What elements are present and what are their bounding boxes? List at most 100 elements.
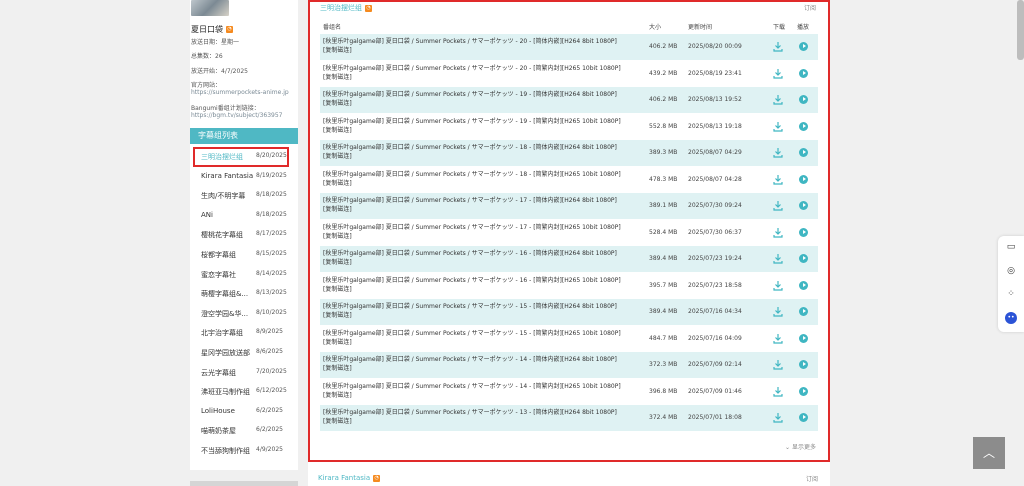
episode-name[interactable]: [秋里乐叶galgame部] 夏日口袋 / Summer Pockets / サ… <box>323 276 643 294</box>
download-icon[interactable] <box>773 386 783 397</box>
bot-icon[interactable]: •• <box>1005 312 1017 324</box>
episode-title[interactable]: [秋里乐叶galgame部] 夏日口袋 / Summer Pockets / サ… <box>323 302 643 311</box>
episode-name[interactable]: [秋里乐叶galgame部] 夏日口袋 / Summer Pockets / サ… <box>323 355 643 373</box>
official-link[interactable]: https://summerpockets-anime.jp <box>191 89 289 96</box>
download-icon[interactable] <box>773 121 783 132</box>
subgroup-item[interactable]: 喵萌奶茶屋 6/2/2025 <box>190 422 298 440</box>
download-icon[interactable] <box>773 253 783 264</box>
next-subscribe-link[interactable]: 订阅 <box>806 474 818 483</box>
episode-title[interactable]: [秋里乐叶galgame部] 夏日口袋 / Summer Pockets / サ… <box>323 408 643 417</box>
download-icon[interactable] <box>773 412 783 423</box>
book-icon[interactable]: ▭ <box>1005 241 1017 253</box>
episode-title[interactable]: [秋里乐叶galgame部] 夏日口袋 / Summer Pockets / サ… <box>323 223 643 232</box>
download-icon[interactable] <box>773 94 783 105</box>
download-icon[interactable] <box>773 333 783 344</box>
subgroup-item[interactable]: 不当舔狗制作组 4/9/2025 <box>190 442 298 460</box>
subgroup-item[interactable]: 北宇治字幕组 8/9/2025 <box>190 324 298 342</box>
episode-title[interactable]: [秋里乐叶galgame部] 夏日口袋 / Summer Pockets / サ… <box>323 329 643 338</box>
play-icon[interactable] <box>799 227 808 237</box>
copy-magnet-link[interactable]: [复制磁连] <box>323 311 643 320</box>
play-icon[interactable] <box>799 174 808 184</box>
episode-name[interactable]: [秋里乐叶galgame部] 夏日口袋 / Summer Pockets / サ… <box>323 37 643 55</box>
subgroup-item[interactable]: 萌樱字幕组&... 8/13/2025 <box>190 285 298 303</box>
copy-magnet-link[interactable]: [复制磁连] <box>323 338 643 347</box>
copy-magnet-link[interactable]: [复制磁连] <box>323 364 643 373</box>
episode-title[interactable]: [秋里乐叶galgame部] 夏日口袋 / Summer Pockets / サ… <box>323 382 643 391</box>
subgroup-item[interactable]: ANi 8/18/2025 <box>190 207 298 225</box>
download-icon[interactable] <box>773 200 783 211</box>
play-icon[interactable] <box>799 148 808 157</box>
copy-magnet-link[interactable]: [复制磁连] <box>323 179 643 188</box>
episode-name[interactable]: [秋里乐叶galgame部] 夏日口袋 / Summer Pockets / サ… <box>323 90 643 108</box>
subgroup-item[interactable]: 三明治摆烂组 8/20/2025 <box>190 148 298 166</box>
subgroup-item[interactable]: 生肉/不明字幕 8/18/2025 <box>190 187 298 205</box>
episode-title[interactable]: [秋里乐叶galgame部] 夏日口袋 / Summer Pockets / サ… <box>323 64 643 73</box>
copy-magnet-link[interactable]: [复制磁连] <box>323 258 643 267</box>
download-icon[interactable] <box>773 174 783 185</box>
episode-title[interactable]: [秋里乐叶galgame部] 夏日口袋 / Summer Pockets / サ… <box>323 37 643 46</box>
episode-title[interactable]: [秋里乐叶galgame部] 夏日口袋 / Summer Pockets / サ… <box>323 170 643 179</box>
episode-name[interactable]: [秋里乐叶galgame部] 夏日口袋 / Summer Pockets / サ… <box>323 143 643 161</box>
copy-magnet-link[interactable]: [复制磁连] <box>323 126 643 135</box>
episode-title[interactable]: [秋里乐叶galgame部] 夏日口袋 / Summer Pockets / サ… <box>323 117 643 126</box>
play-icon[interactable] <box>799 413 808 422</box>
episode-name[interactable]: [秋里乐叶galgame部] 夏日口袋 / Summer Pockets / サ… <box>323 223 643 241</box>
download-icon[interactable] <box>773 147 783 158</box>
episode-name[interactable]: [秋里乐叶galgame部] 夏日口袋 / Summer Pockets / サ… <box>323 302 643 320</box>
subgroup-item[interactable]: Kirara Fantasia 8/19/2025 <box>190 168 298 186</box>
copy-magnet-link[interactable]: [复制磁连] <box>323 285 643 294</box>
bangumi-link[interactable]: https://bgm.tv/subject/363957 <box>191 112 282 119</box>
subgroup-item[interactable]: 星冈学园放送部 8/6/2025 <box>190 344 298 362</box>
episode-name[interactable]: [秋里乐叶galgame部] 夏日口袋 / Summer Pockets / サ… <box>323 249 643 267</box>
rss-icon[interactable]: ◔ <box>365 4 372 12</box>
play-icon[interactable] <box>799 254 808 263</box>
episode-name[interactable]: [秋里乐叶galgame部] 夏日口袋 / Summer Pockets / サ… <box>323 117 643 135</box>
subgroup-item[interactable]: 云光字幕组 7/20/2025 <box>190 364 298 382</box>
episode-name[interactable]: [秋里乐叶galgame部] 夏日口袋 / Summer Pockets / サ… <box>323 408 643 426</box>
grid-icon[interactable]: ⁘ <box>1005 288 1017 300</box>
copy-magnet-link[interactable]: [复制磁连] <box>323 232 643 241</box>
rss-icon[interactable]: ◔ <box>226 26 233 33</box>
scrollbar-thumb[interactable] <box>1017 0 1024 60</box>
play-icon[interactable] <box>799 201 808 210</box>
episode-name[interactable]: [秋里乐叶galgame部] 夏日口袋 / Summer Pockets / サ… <box>323 64 643 82</box>
play-icon[interactable] <box>799 95 808 104</box>
back-to-top-button[interactable]: ︿ <box>973 437 1005 469</box>
copy-magnet-link[interactable]: [复制磁连] <box>323 205 643 214</box>
episode-title[interactable]: [秋里乐叶galgame部] 夏日口袋 / Summer Pockets / サ… <box>323 90 643 99</box>
subscribe-link[interactable]: 订阅 <box>804 3 816 12</box>
copy-magnet-link[interactable]: [复制磁连] <box>323 46 643 55</box>
play-icon[interactable] <box>799 68 808 78</box>
episode-title[interactable]: [秋里乐叶galgame部] 夏日口袋 / Summer Pockets / サ… <box>323 196 643 205</box>
play-icon[interactable] <box>799 121 808 131</box>
play-icon[interactable] <box>799 307 808 316</box>
play-icon[interactable] <box>799 333 808 343</box>
play-icon[interactable] <box>799 42 808 51</box>
copy-magnet-link[interactable]: [复制磁连] <box>323 391 643 400</box>
subgroup-item[interactable]: 桜都字幕组 8/15/2025 <box>190 246 298 264</box>
download-icon[interactable] <box>773 280 783 291</box>
subgroup-item[interactable]: 澄空学园&华... 8/10/2025 <box>190 305 298 323</box>
download-icon[interactable] <box>773 306 783 317</box>
subgroup-item[interactable]: LoliHouse 6/2/2025 <box>190 403 298 421</box>
rss-icon[interactable]: ◔ <box>373 474 381 482</box>
palette-icon[interactable]: ◎ <box>1005 265 1017 277</box>
play-icon[interactable] <box>799 386 808 396</box>
copy-magnet-link[interactable]: [复制磁连] <box>323 417 643 426</box>
episode-name[interactable]: [秋里乐叶galgame部] 夏日口袋 / Summer Pockets / サ… <box>323 382 643 400</box>
download-icon[interactable] <box>773 41 783 52</box>
download-icon[interactable] <box>773 68 783 79</box>
play-icon[interactable] <box>799 280 808 290</box>
episode-title[interactable]: [秋里乐叶galgame部] 夏日口袋 / Summer Pockets / サ… <box>323 249 643 258</box>
anime-poster[interactable] <box>191 0 229 16</box>
episode-name[interactable]: [秋里乐叶galgame部] 夏日口袋 / Summer Pockets / サ… <box>323 170 643 188</box>
episode-name[interactable]: [秋里乐叶galgame部] 夏日口袋 / Summer Pockets / サ… <box>323 196 643 214</box>
subgroup-item[interactable]: 樱桃花字幕组 8/17/2025 <box>190 226 298 244</box>
show-more-button[interactable]: ⌄ 显示更多 <box>785 442 816 451</box>
episode-title[interactable]: [秋里乐叶galgame部] 夏日口袋 / Summer Pockets / サ… <box>323 276 643 285</box>
section-title[interactable]: 三明治摆烂组 <box>320 3 362 13</box>
episode-name[interactable]: [秋里乐叶galgame部] 夏日口袋 / Summer Pockets / サ… <box>323 329 643 347</box>
episode-title[interactable]: [秋里乐叶galgame部] 夏日口袋 / Summer Pockets / サ… <box>323 143 643 152</box>
copy-magnet-link[interactable]: [复制磁连] <box>323 73 643 82</box>
subgroup-item[interactable]: 蜜恋字幕社 8/14/2025 <box>190 266 298 284</box>
